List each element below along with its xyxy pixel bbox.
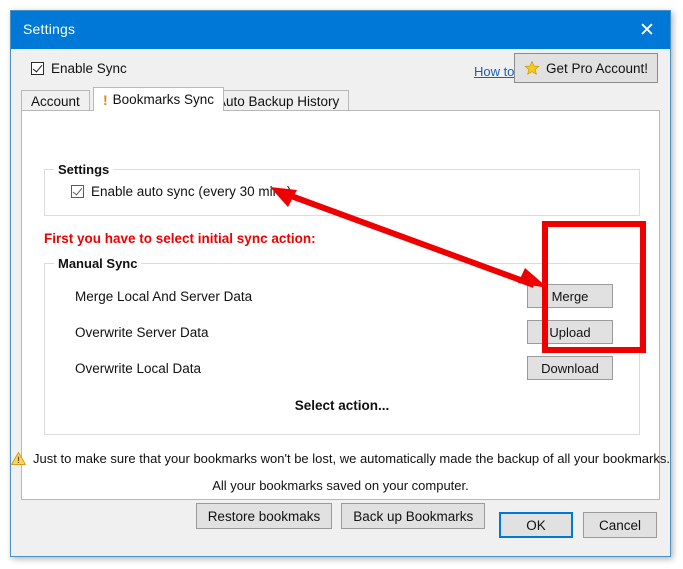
tab-panel-bookmarks-sync: Settings Enable auto sync (every 30 mins… [21, 110, 660, 500]
tab-auto-backup-history[interactable]: Auto Backup History [207, 90, 349, 111]
upload-button[interactable]: Upload [527, 320, 613, 344]
auto-sync-checkbox[interactable] [71, 185, 84, 198]
get-pro-account-button[interactable]: Get Pro Account! [514, 53, 658, 83]
tab-account-label: Account [31, 94, 80, 109]
enable-sync-label: Enable Sync [51, 61, 127, 76]
tab-bookmarks-sync-label: Bookmarks Sync [113, 92, 214, 107]
manual-sync-groupbox-title: Manual Sync [54, 256, 141, 271]
tab-warning-icon: ! [103, 92, 108, 108]
bookmarks-saved-text: All your bookmarks saved on your compute… [22, 478, 659, 493]
enable-sync-checkbox-row[interactable]: Enable Sync [31, 61, 127, 76]
backup-bookmarks-button[interactable]: Back up Bookmarks [341, 503, 485, 529]
restore-bookmarks-button[interactable]: Restore bookmaks [196, 503, 333, 529]
enable-sync-checkbox[interactable] [31, 62, 44, 75]
tab-auto-backup-history-label: Auto Backup History [217, 94, 339, 109]
settings-groupbox-title: Settings [54, 162, 113, 177]
upload-row-label: Overwrite Server Data [75, 325, 209, 340]
backup-notice-row: Just to make sure that your bookmarks wo… [22, 451, 659, 466]
close-button[interactable]: ✕ [624, 11, 670, 49]
header-row: Enable Sync How to use Get Pro Account! [11, 49, 670, 89]
select-action-warning: First you have to select initial sync ac… [44, 231, 316, 246]
get-pro-account-label: Get Pro Account! [546, 61, 648, 76]
tab-bookmarks-sync[interactable]: ! Bookmarks Sync [93, 87, 224, 111]
tab-account[interactable]: Account [21, 90, 90, 111]
warning-triangle-icon [11, 451, 26, 466]
star-icon [524, 60, 540, 76]
auto-sync-label: Enable auto sync (every 30 mins) [91, 184, 291, 199]
screenshot-root: Settings ✕ Enable Sync How to use Get Pr… [0, 0, 683, 569]
merge-row-label: Merge Local And Server Data [75, 289, 252, 304]
merge-button[interactable]: Merge [527, 284, 613, 308]
download-row-label: Overwrite Local Data [75, 361, 201, 376]
cancel-button[interactable]: Cancel [583, 512, 657, 538]
manual-sync-groupbox: Manual Sync Merge Local And Server Data … [44, 263, 640, 435]
window-titlebar: Settings ✕ [11, 11, 670, 49]
window-body: Enable Sync How to use Get Pro Account! … [11, 49, 670, 556]
select-action-status: Select action... [45, 398, 639, 413]
download-button[interactable]: Download [527, 356, 613, 380]
tabstrip: Account ! Bookmarks Sync Auto Backup His… [21, 89, 660, 111]
auto-sync-checkbox-row[interactable]: Enable auto sync (every 30 mins) [71, 184, 291, 199]
close-icon: ✕ [639, 21, 655, 40]
backup-notice-text: Just to make sure that your bookmarks wo… [33, 451, 670, 466]
settings-groupbox: Settings Enable auto sync (every 30 mins… [44, 169, 640, 216]
settings-window: Settings ✕ Enable Sync How to use Get Pr… [10, 10, 671, 557]
window-title: Settings [23, 21, 75, 37]
ok-button[interactable]: OK [499, 512, 573, 538]
